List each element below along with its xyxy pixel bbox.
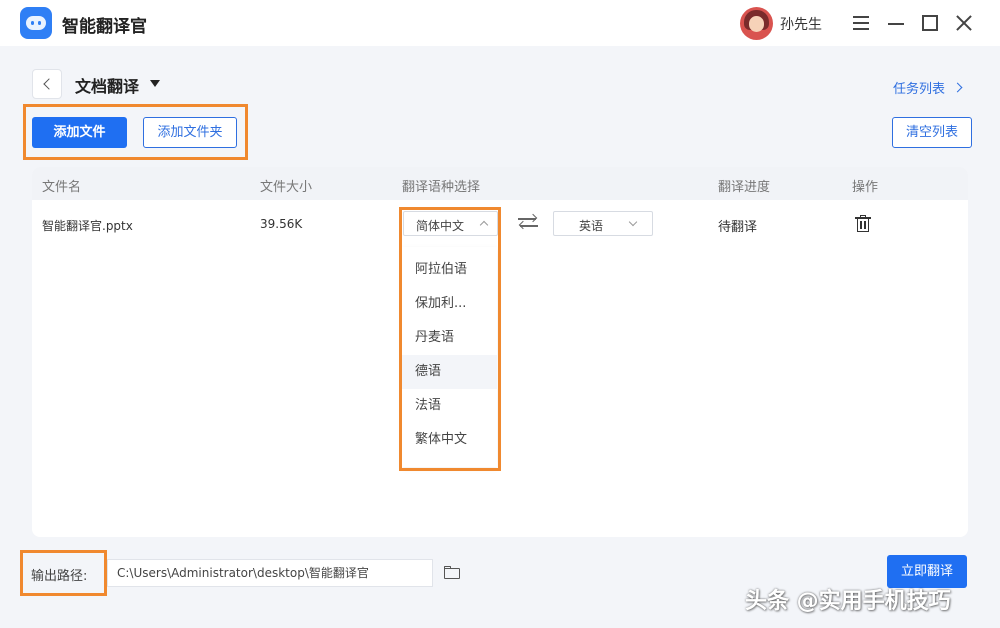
highlight-box: [20, 550, 107, 596]
swap-icon[interactable]: [518, 213, 538, 231]
output-path-field[interactable]: C:\Users\Administrator\desktop\智能翻译官: [107, 559, 433, 587]
watermark: 头条 @实用手机技巧: [745, 589, 951, 614]
menu-icon[interactable]: [850, 12, 872, 34]
back-arrow-icon: [43, 78, 55, 90]
title-bar: 智能翻译官 孙先生: [0, 0, 1000, 46]
file-name-cell: 智能翻译官.pptx: [42, 219, 133, 233]
chevron-right-icon[interactable]: [952, 82, 963, 93]
add-folder-button[interactable]: 添加文件夹: [143, 117, 237, 148]
column-header-actions: 操作: [852, 180, 879, 195]
back-button[interactable]: [32, 69, 62, 99]
close-icon[interactable]: [953, 12, 975, 34]
column-header-progress: 翻译进度: [718, 180, 771, 195]
column-header-language: 翻译语种选择: [402, 180, 481, 195]
task-list-link[interactable]: 任务列表: [893, 78, 945, 97]
highlight-box: [399, 207, 501, 471]
user-name[interactable]: 孙先生: [780, 14, 822, 34]
avatar[interactable]: [740, 7, 773, 40]
target-language-value: 英语: [579, 219, 604, 233]
dropdown-caret-icon[interactable]: [150, 80, 160, 87]
progress-cell: 待翻译: [718, 220, 758, 235]
maximize-icon[interactable]: [919, 12, 941, 34]
trash-icon[interactable]: [855, 215, 871, 233]
minimize-icon[interactable]: [885, 12, 907, 34]
table-header: 文件名 文件大小 翻译语种选择 翻译进度 操作: [32, 167, 968, 200]
chevron-down-icon: [628, 217, 638, 227]
folder-icon[interactable]: [444, 566, 460, 579]
app-title: 智能翻译官: [62, 17, 147, 37]
page-title[interactable]: 文档翻译: [75, 73, 139, 97]
target-language-select[interactable]: 英语: [553, 211, 653, 236]
clear-list-button[interactable]: 清空列表: [892, 117, 972, 148]
file-size-cell: 39.56K: [260, 217, 303, 231]
add-file-button[interactable]: 添加文件: [32, 117, 127, 148]
column-header-filename: 文件名: [42, 180, 82, 195]
app-logo-icon: [20, 7, 52, 39]
column-header-filesize: 文件大小: [260, 180, 313, 195]
